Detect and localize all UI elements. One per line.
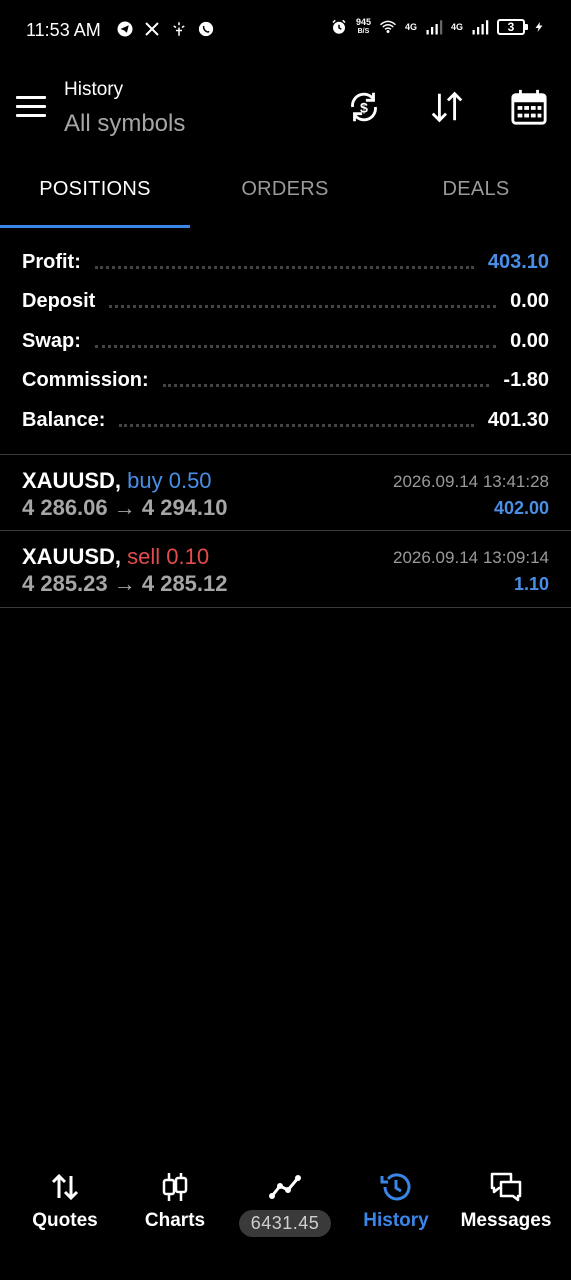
deal-prices: 4 285.23 → 4 285.12 — [22, 571, 228, 596]
dotted-leader — [162, 374, 490, 387]
light-icon — [173, 22, 185, 36]
nav-label: Charts — [144, 1210, 206, 1231]
summary-label: Swap: — [22, 329, 81, 352]
dotted-leader — [109, 295, 497, 308]
summary-value: 0.00 — [510, 289, 549, 312]
menu-icon[interactable] — [16, 96, 46, 118]
dotted-leader — [94, 335, 497, 348]
active-tab-indicator — [0, 225, 190, 228]
summary-label: Commission: — [22, 368, 149, 391]
nav-charts[interactable]: Charts — [118, 1170, 232, 1232]
symbol-filter[interactable]: All symbols — [64, 110, 185, 138]
deal-profit: 1.10 — [513, 574, 549, 594]
messages-icon — [490, 1172, 522, 1202]
summary-value: 401.30 — [487, 408, 549, 431]
summary-value: 403.10 — [487, 250, 549, 273]
summary-label: Balance: — [22, 408, 106, 431]
deal-type: buy 0.50 — [127, 468, 212, 493]
dotted-leader — [119, 414, 474, 427]
telegram-icon — [117, 21, 133, 37]
x-twitter-icon — [145, 22, 159, 36]
summary-label: Profit: — [22, 250, 81, 273]
summary-profit: Profit: 403.10 — [22, 247, 549, 277]
nav-trade[interactable]: 6431.45 — [228, 1170, 342, 1237]
svg-text:$: $ — [360, 101, 368, 117]
wifi-icon — [379, 20, 396, 33]
alarm-icon — [332, 19, 346, 34]
sync-icon[interactable]: $ — [345, 88, 383, 126]
sort-icon[interactable] — [428, 88, 466, 126]
nav-history[interactable]: History — [339, 1170, 453, 1232]
deal-prices: 4 286.06 → 4 294.10 — [22, 495, 228, 520]
status-time: 11:53 AM — [26, 20, 101, 40]
nav-label: Quotes — [32, 1210, 98, 1231]
dotted-leader — [94, 256, 474, 269]
summary-balance: Balance: 401.30 — [22, 405, 549, 435]
network-speed-value: 945 — [355, 17, 371, 27]
nav-messages[interactable]: Messages — [449, 1170, 563, 1232]
status-system-icons: 945 B/S 4G 4G 3 — [330, 18, 545, 36]
network-type-2: 4G — [450, 22, 463, 32]
network-speed-unit: B/S — [357, 28, 370, 35]
summary-swap: Swap: 0.00 — [22, 326, 549, 356]
tab-orders[interactable]: ORDERS — [190, 178, 380, 201]
battery-level: 3 — [497, 19, 528, 35]
summary-commission: Commission: -1.80 — [22, 365, 549, 395]
tab-positions[interactable]: POSITIONS — [0, 178, 190, 201]
status-notification-icons — [116, 20, 215, 38]
whatsapp-icon — [198, 21, 214, 37]
nav-label: Messages — [460, 1210, 552, 1231]
signal-icon-1 — [426, 20, 443, 35]
calendar-icon[interactable] — [510, 88, 548, 126]
nav-label: History — [363, 1210, 429, 1231]
trade-icon — [269, 1175, 301, 1199]
deal-time: 2026.09.14 13:41:28 — [393, 472, 549, 491]
quotes-icon — [51, 1173, 79, 1201]
history-icon — [380, 1173, 411, 1201]
deal-profit: 402.00 — [493, 498, 549, 518]
deal-symbol-name: XAUUSD, — [22, 468, 122, 493]
summary-value: 0.00 — [510, 329, 549, 352]
tab-deals[interactable]: DEALS — [381, 178, 571, 201]
divider — [0, 607, 571, 608]
summary-deposit: Deposit 0.00 — [22, 286, 549, 316]
summary-value: -1.80 — [503, 368, 549, 391]
network-speed: 945 B/S — [356, 18, 371, 36]
summary-label: Deposit — [22, 289, 96, 312]
network-type-1: 4G — [404, 22, 417, 32]
charging-icon — [535, 22, 543, 32]
signal-icon-2 — [472, 20, 489, 35]
deal-type: sell 0.10 — [127, 544, 210, 569]
page-title: History — [64, 79, 124, 100]
nav-quotes[interactable]: Quotes — [8, 1170, 122, 1232]
candlestick-icon — [162, 1173, 188, 1201]
account-balance-badge: 6431.45 — [238, 1210, 332, 1237]
deal-symbol-name: XAUUSD, — [22, 544, 122, 569]
deal-symbol: XAUUSD, sell 0.10 — [22, 544, 209, 570]
deal-time: 2026.09.14 13:09:14 — [393, 548, 549, 567]
deal-symbol: XAUUSD, buy 0.50 — [22, 468, 212, 494]
